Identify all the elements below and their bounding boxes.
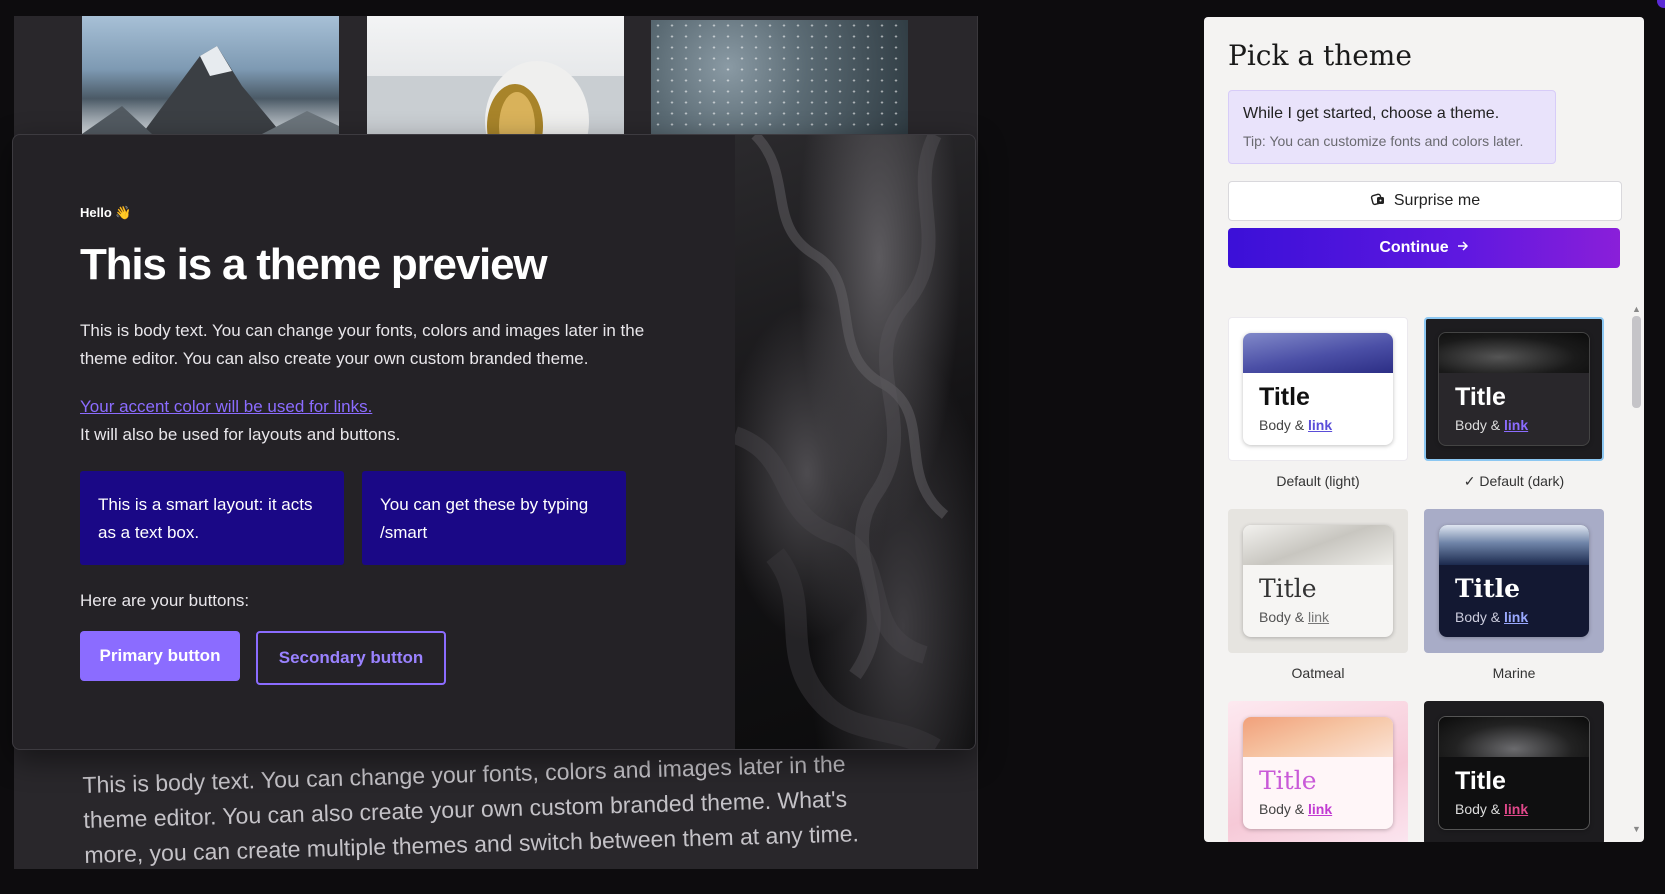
theme-option-mono[interactable]: Title Body & link bbox=[1424, 701, 1604, 842]
tip-main-text: While I get started, choose a theme. bbox=[1243, 105, 1500, 122]
buttons-row: Primary button Secondary button bbox=[80, 631, 680, 685]
theme-swatch[interactable]: Title Body & link bbox=[1424, 701, 1604, 842]
accent-note: It will also be used for layouts and but… bbox=[80, 425, 401, 444]
theme-mini-title: Title bbox=[1455, 383, 1506, 411]
scroll-down-icon[interactable]: ▼ bbox=[1632, 824, 1641, 834]
buttons-label: Here are your buttons: bbox=[80, 591, 250, 610]
theme-mini-link: link bbox=[1504, 801, 1529, 817]
scrollbar-thumb[interactable] bbox=[1632, 316, 1641, 408]
theme-option-peach[interactable]: Title Body & link bbox=[1228, 701, 1408, 842]
theme-option-default-light[interactable]: Title Body & link Default (light) bbox=[1228, 317, 1408, 491]
theme-mini-card: Title Body & link bbox=[1438, 716, 1590, 830]
theme-mini-image bbox=[1243, 717, 1393, 757]
panel-title: Pick a theme bbox=[1228, 39, 1412, 72]
theme-swatch[interactable]: Title Body & link bbox=[1228, 317, 1408, 461]
theme-mini-title: Title bbox=[1259, 766, 1317, 795]
theme-mini-link: link bbox=[1504, 417, 1529, 433]
theme-option-marine[interactable]: Title Body & link Marine bbox=[1424, 509, 1604, 683]
theme-option-default-dark[interactable]: Title Body & link ✓ Default (dark) bbox=[1424, 317, 1604, 491]
background-body-text: This is body text. You can change your f… bbox=[82, 750, 860, 868]
theme-swatch[interactable]: Title Body & link bbox=[1424, 317, 1604, 461]
arrow-right-icon bbox=[1457, 239, 1469, 257]
theme-mini-link: link bbox=[1308, 609, 1330, 625]
starry-sky-thumbnail bbox=[651, 20, 908, 138]
smart-layout-box: This is a smart layout: it acts as a tex… bbox=[80, 471, 344, 565]
theme-name: ✓ Default (dark) bbox=[1463, 473, 1565, 489]
theme-mini-image bbox=[1439, 525, 1589, 565]
continue-label: Continue bbox=[1379, 239, 1449, 256]
abstract-smoke-image bbox=[731, 135, 975, 749]
theme-mini-card: Title Body & link bbox=[1243, 525, 1393, 637]
greeting-text: Hello 👋 bbox=[80, 205, 132, 220]
theme-mini-body: Body & link bbox=[1259, 609, 1330, 625]
theme-swatch[interactable]: Title Body & link bbox=[1228, 509, 1408, 653]
theme-swatch[interactable]: Title Body & link bbox=[1424, 509, 1604, 653]
secondary-button[interactable]: Secondary button bbox=[256, 631, 446, 685]
theme-mini-title: Title bbox=[1455, 767, 1506, 795]
tip-sub-text: Tip: You can customize fonts and colors … bbox=[1243, 133, 1524, 149]
smart-layout-row: This is a smart layout: it acts as a tex… bbox=[80, 471, 680, 565]
theme-mini-card: Title Body & link bbox=[1438, 332, 1590, 446]
mountain-thumbnail bbox=[82, 16, 339, 134]
theme-name: Oatmeal bbox=[1291, 665, 1345, 681]
theme-picker-panel: Pick a theme While I get started, choose… bbox=[1204, 17, 1644, 842]
theme-mini-card: Title Body & link bbox=[1439, 525, 1589, 637]
theme-mini-image bbox=[1439, 333, 1589, 373]
theme-preview-card: Hello 👋 This is a theme preview This is … bbox=[12, 134, 976, 750]
continue-button[interactable]: Continue bbox=[1228, 228, 1620, 268]
accent-link[interactable]: Your accent color will be used for links… bbox=[80, 393, 680, 421]
theme-mini-card: Title Body & link bbox=[1243, 717, 1393, 829]
theme-mini-title: Title bbox=[1259, 574, 1317, 603]
preview-title: This is a theme preview bbox=[80, 240, 548, 289]
theme-option-oatmeal[interactable]: Title Body & link Oatmeal bbox=[1228, 509, 1408, 683]
theme-mini-card: Title Body & link bbox=[1243, 333, 1393, 445]
smart-layout-box: You can get these by typing /smart bbox=[362, 471, 626, 565]
theme-mini-body: Body & link bbox=[1259, 801, 1333, 817]
astronaut-thumbnail bbox=[367, 16, 624, 134]
theme-mini-image bbox=[1243, 333, 1393, 373]
theme-mini-body: Body & link bbox=[1455, 417, 1529, 433]
theme-mini-image bbox=[1243, 525, 1393, 565]
theme-mini-link: link bbox=[1308, 417, 1333, 433]
scroll-up-icon[interactable]: ▲ bbox=[1632, 304, 1641, 314]
theme-mini-image bbox=[1439, 717, 1589, 757]
checkmark-icon: ✓ bbox=[1463, 473, 1476, 489]
theme-mini-title: Title bbox=[1259, 383, 1310, 411]
theme-grid: Title Body & link Default (light) Title … bbox=[1228, 317, 1608, 842]
theme-mini-title: Title bbox=[1455, 574, 1521, 603]
theme-name: Default (light) bbox=[1276, 473, 1360, 489]
theme-mini-body: Body & link bbox=[1455, 801, 1529, 817]
theme-mini-body: Body & link bbox=[1455, 609, 1529, 625]
dice-icon bbox=[1370, 191, 1386, 212]
tip-box: While I get started, choose a theme. Tip… bbox=[1228, 90, 1556, 164]
primary-button[interactable]: Primary button bbox=[80, 631, 240, 681]
theme-swatch[interactable]: Title Body & link bbox=[1228, 701, 1408, 842]
theme-mini-body: Body & link bbox=[1259, 417, 1333, 433]
corner-indicator bbox=[1657, 0, 1665, 8]
preview-content: Hello 👋 This is a theme preview This is … bbox=[80, 205, 680, 685]
theme-name: Marine bbox=[1492, 665, 1536, 681]
panel-scrollbar[interactable]: ▲ ▼ bbox=[1630, 304, 1642, 834]
surprise-me-label: Surprise me bbox=[1393, 192, 1481, 209]
surprise-me-button[interactable]: Surprise me bbox=[1228, 181, 1622, 221]
theme-mini-link: link bbox=[1504, 609, 1529, 625]
theme-mini-link: link bbox=[1308, 801, 1333, 817]
preview-body-text: This is body text. You can change your f… bbox=[80, 321, 645, 368]
